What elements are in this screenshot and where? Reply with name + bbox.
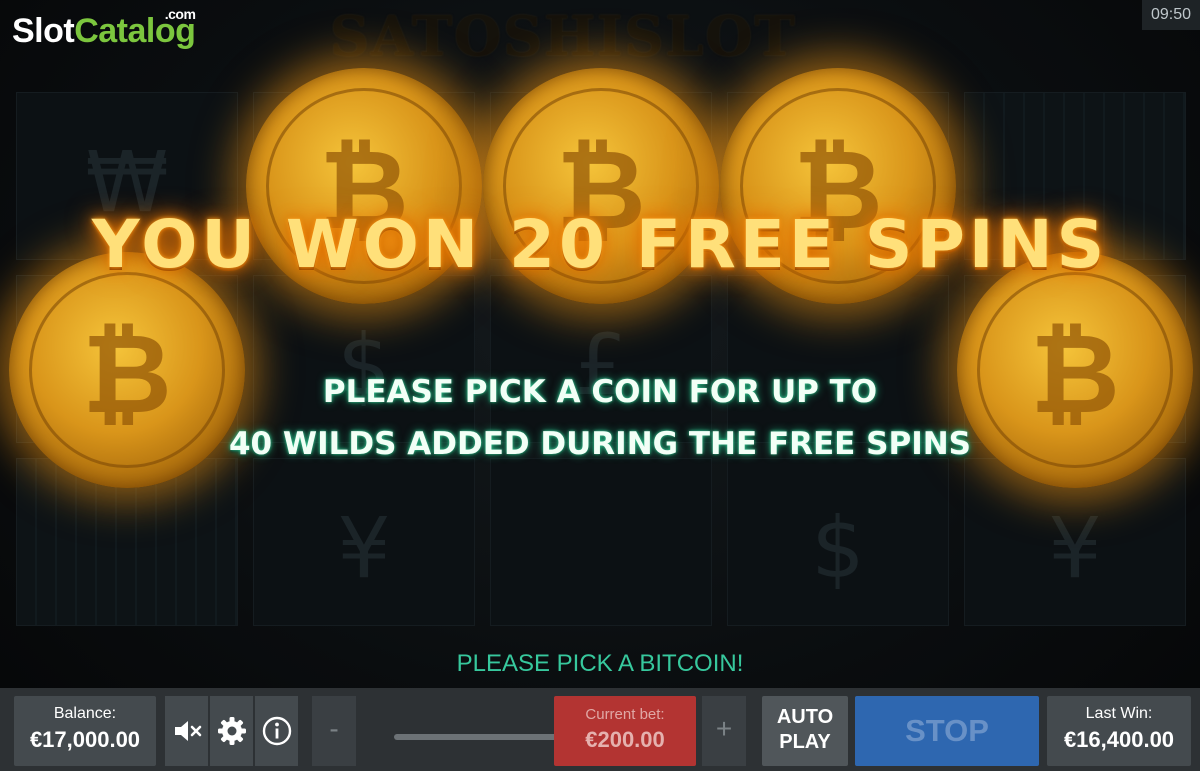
pick-coin-message-line2: 40 WILDS ADDED DURING THE FREE SPINS: [228, 426, 972, 462]
mute-button[interactable]: [164, 696, 208, 766]
bet-slider[interactable]: [394, 734, 564, 740]
game-stage: ₩ $ £ ¥ $ ¥ SATOSHISLOT ₿ ₿ ₿ ₿ ₿ YOU WO…: [0, 0, 1200, 771]
info-button[interactable]: [254, 696, 298, 766]
yen-symbol-icon: ¥: [1048, 499, 1102, 597]
last-win-label: Last Win:: [1085, 705, 1153, 722]
logo-slot-text: Slot: [12, 12, 75, 50]
clock: 09:50: [1142, 0, 1200, 30]
current-bet-label: Current bet:: [585, 706, 665, 723]
free-spins-win-headline: YOU WON 20 FREE SPINS: [91, 206, 1109, 283]
status-message: PLEASE PICK A BITCOIN!: [456, 650, 744, 677]
last-win-value: €16,400.00: [1063, 727, 1175, 752]
settings-gear-icon: [218, 717, 246, 745]
yen-symbol-icon: ¥: [337, 499, 391, 597]
stop-button[interactable]: STOP: [855, 696, 1039, 766]
pick-coin-message-line1: PLEASE PICK A COIN FOR UP TO: [322, 374, 878, 410]
info-icon: [262, 716, 292, 746]
current-bet-value: €200.00: [585, 727, 665, 752]
reel-cell: ¥: [253, 458, 475, 626]
bet-increase-button[interactable]: +: [702, 696, 746, 766]
balance-label: Balance:: [53, 705, 117, 722]
current-bet-display: Current bet: €200.00: [554, 696, 696, 766]
settings-button[interactable]: [209, 696, 253, 766]
balance-display: Balance: €17,000.00: [14, 696, 156, 766]
balance-value: €17,000.00: [29, 727, 141, 752]
pick-coin-message: PLEASE PICK A COIN FOR UP TO 40 WILDS AD…: [0, 366, 1200, 470]
last-win-display: Last Win: €16,400.00: [1047, 696, 1191, 766]
mute-icon: [175, 721, 202, 741]
autoplay-label-line1: AUTO: [776, 706, 834, 728]
bet-decrease-button[interactable]: -: [312, 696, 356, 766]
reel-cell: $: [727, 458, 949, 626]
logo-dotcom-text: .com: [164, 6, 196, 22]
slotcatalog-logo: SlotCatalog .com: [12, 6, 196, 51]
dollar-symbol-icon: $: [811, 499, 865, 597]
game-title-logo: SATOSHISLOT: [330, 4, 797, 68]
autoplay-label-line2: PLAY: [779, 731, 831, 753]
autoplay-button[interactable]: AUTO PLAY: [762, 696, 848, 766]
reel-cell: [490, 458, 712, 626]
